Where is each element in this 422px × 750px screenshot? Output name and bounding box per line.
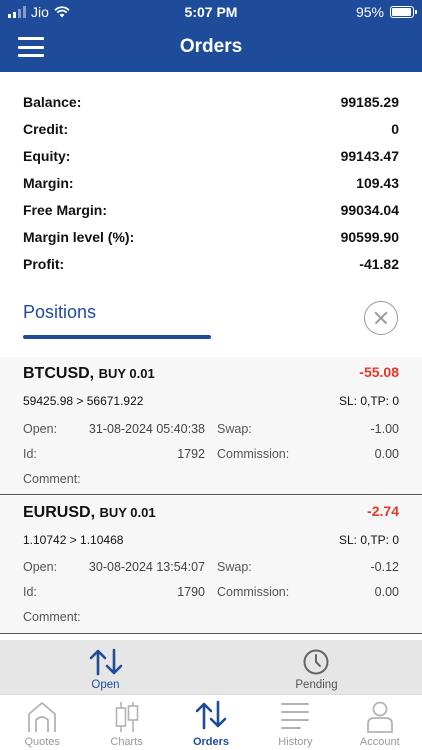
clock-icon: [303, 649, 329, 675]
tab-charts[interactable]: Charts: [84, 695, 168, 750]
swap-label: Swap:: [217, 560, 252, 574]
open-value: 30-08-2024 13:54:07: [88, 560, 205, 574]
commission-label: Commission:: [217, 447, 290, 461]
app-header: Jio 5:07 PM 95% Orders: [0, 0, 422, 72]
open-label: Open:: [23, 422, 58, 436]
swap-value: -0.12: [370, 560, 400, 574]
position-sl-tp: SL: 0,TP: 0: [338, 533, 399, 547]
summary-value: 99143.47: [340, 147, 399, 164]
summary-row-balance: Balance: 99185.29: [23, 88, 399, 115]
summary-label: Equity:: [23, 147, 71, 164]
tab-quotes[interactable]: Quotes: [0, 695, 84, 750]
position-pnl: -55.08: [359, 364, 399, 380]
position-pnl: -2.74: [367, 503, 399, 519]
tab-orders[interactable]: Orders: [169, 695, 253, 750]
summary-value: 109.43: [356, 174, 399, 191]
summary-row-margin-level: Margin level (%): 90599.90: [23, 223, 399, 250]
comment-label: Comment:: [23, 610, 81, 624]
tab-pending[interactable]: Pending: [211, 640, 422, 694]
tab-quotes-label: Quotes: [24, 736, 60, 748]
position-symbol: EURUSD, BUY 0.01: [23, 504, 156, 522]
summary-label: Credit:: [23, 120, 69, 137]
battery-percent: 95%: [355, 4, 384, 20]
summary-label: Balance:: [23, 93, 82, 110]
summary-label: Free Margin:: [23, 201, 108, 218]
home-icon: [28, 702, 57, 732]
account-summary: Balance: 99185.29 Credit: 0 Equity: 9914…: [23, 88, 399, 277]
summary-row-credit: Credit: 0: [23, 115, 399, 142]
transfer-arrows-icon: [89, 648, 123, 676]
position-prices: 1.10742 > 1.10468: [23, 533, 124, 547]
position-prices: 59425.98 > 56671.922: [23, 394, 144, 408]
summary-label: Margin:: [23, 174, 74, 191]
positions-header: Positions: [0, 296, 422, 356]
commission-value: 0.00: [374, 585, 399, 599]
tab-account-label: Account: [359, 736, 400, 748]
page-title: Orders: [179, 36, 243, 57]
open-value: 31-08-2024 05:40:38: [88, 422, 205, 436]
summary-row-equity: Equity: 99143.47: [23, 142, 399, 169]
swap-value: -1.00: [370, 422, 400, 436]
summary-value: 90599.90: [340, 228, 399, 245]
status-right: 95%: [355, 4, 417, 20]
tab-charts-label: Charts: [110, 736, 143, 748]
bottom-tab-bar: Quotes Charts Orders History Account: [0, 694, 422, 750]
tab-history[interactable]: History: [253, 695, 337, 750]
summary-row-profit: Profit: -41.82: [23, 250, 399, 277]
summary-label: Margin level (%):: [23, 228, 135, 245]
swap-label: Swap:: [217, 422, 252, 436]
transfer-arrows-icon: [195, 700, 227, 730]
summary-row-free-margin: Free Margin: 99034.04: [23, 196, 399, 223]
tab-account[interactable]: Account: [338, 695, 422, 750]
summary-label: Profit:: [23, 255, 65, 272]
user-icon: [366, 701, 393, 733]
tab-orders-label: Orders: [192, 736, 230, 748]
symbol-name: EURUSD,: [23, 504, 96, 521]
positions-tab[interactable]: Positions: [23, 302, 96, 323]
summary-value: 99185.29: [340, 93, 399, 110]
commission-label: Commission:: [217, 585, 290, 599]
battery-fill: [392, 8, 411, 16]
comment-label: Comment:: [23, 472, 81, 486]
order-type-tabs: Open Pending: [0, 640, 422, 694]
position-side: BUY 0.01: [99, 505, 156, 520]
commission-value: 0.00: [374, 447, 399, 461]
position-card[interactable]: BTCUSD, BUY 0.01 -55.08 59425.98 > 56671…: [0, 357, 422, 495]
candlestick-icon: [115, 702, 138, 732]
close-all-icon[interactable]: [364, 301, 398, 335]
tab-open-label: Open: [91, 679, 120, 691]
position-side: BUY 0.01: [98, 366, 155, 381]
open-label: Open:: [23, 560, 58, 574]
id-value: 1790: [177, 585, 205, 599]
position-symbol: BTCUSD, BUY 0.01: [23, 365, 155, 383]
list-icon: [281, 703, 310, 729]
position-sl-tp: SL: 0,TP: 0: [338, 394, 399, 408]
symbol-name: BTCUSD,: [23, 365, 95, 382]
battery-icon: [390, 6, 417, 18]
tab-pending-label: Pending: [295, 679, 338, 691]
id-value: 1792: [177, 447, 205, 461]
tab-open[interactable]: Open: [0, 640, 211, 694]
summary-value: 0: [391, 120, 399, 137]
id-label: Id:: [23, 447, 37, 461]
tab-history-label: History: [278, 736, 313, 748]
positions-tab-underline: [23, 335, 211, 339]
id-label: Id:: [23, 585, 37, 599]
position-card[interactable]: EURUSD, BUY 0.01 -2.74 1.10742 > 1.10468…: [0, 496, 422, 634]
summary-value: 99034.04: [340, 201, 399, 218]
status-bar: Jio 5:07 PM 95%: [0, 0, 422, 24]
summary-value: -41.82: [359, 255, 399, 272]
summary-row-margin: Margin: 109.43: [23, 169, 399, 196]
